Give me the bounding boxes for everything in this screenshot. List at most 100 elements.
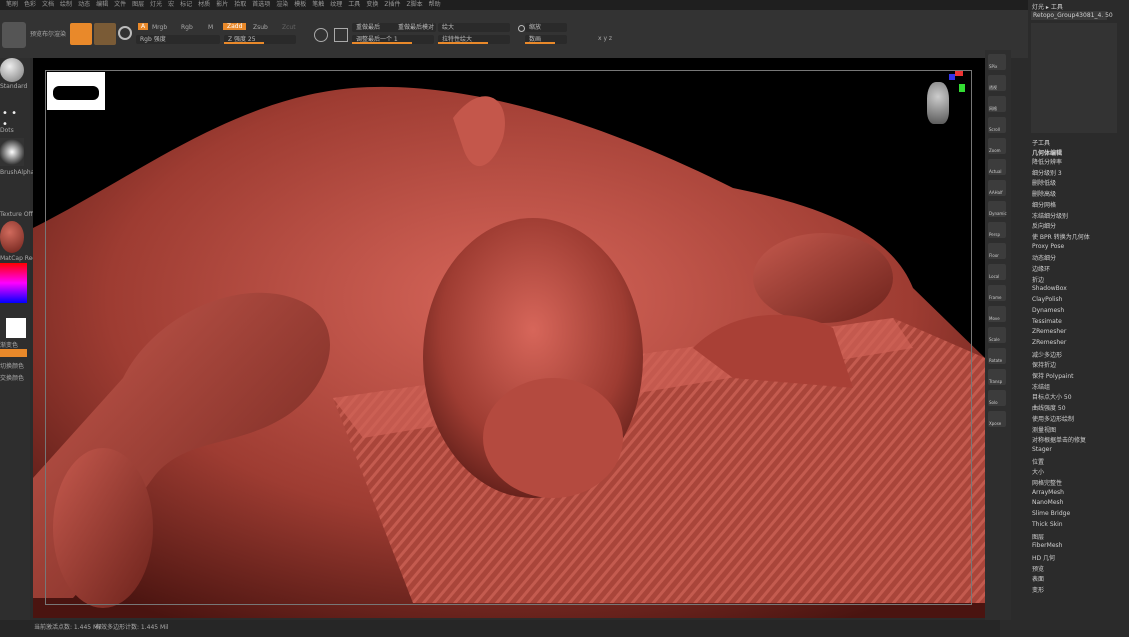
shelf-button-6[interactable]: AAHalf bbox=[988, 180, 1006, 196]
geometry-item[interactable]: ArrayMesh bbox=[1032, 489, 1064, 496]
zcut-button[interactable]: Zcut bbox=[282, 24, 296, 31]
menu-item[interactable]: 工具 bbox=[348, 0, 360, 10]
menu-item[interactable]: 笔刷 bbox=[6, 0, 18, 10]
preview-thumbnail[interactable] bbox=[2, 22, 26, 48]
floor-slider[interactable]: 数画 bbox=[525, 35, 567, 44]
geometry-item[interactable]: 预览 bbox=[1032, 564, 1044, 573]
geometry-item[interactable]: 表面 bbox=[1032, 574, 1044, 583]
geometry-item[interactable]: HD 几何 bbox=[1032, 553, 1055, 562]
geometry-item[interactable]: ClayPolish bbox=[1032, 296, 1062, 303]
brush-icon[interactable] bbox=[0, 58, 24, 82]
geometry-item[interactable]: Proxy Pose bbox=[1032, 243, 1064, 250]
focal-icon[interactable] bbox=[314, 28, 328, 42]
menu-item[interactable]: 变换 bbox=[366, 0, 378, 10]
texture-label[interactable]: Texture Off bbox=[0, 211, 33, 218]
menu-item[interactable]: 影片 bbox=[216, 0, 228, 10]
menu-item[interactable]: 模板 bbox=[294, 0, 306, 10]
panel-header[interactable]: 灯光 ▸ 工具 bbox=[1032, 2, 1063, 11]
shelf-button-13[interactable]: Scale bbox=[988, 327, 1006, 343]
geometry-item[interactable]: 保持 Polypaint bbox=[1032, 371, 1074, 380]
menu-item[interactable]: 帮助 bbox=[429, 0, 441, 10]
dynamic-slider[interactable]: 拉特性绘大 bbox=[438, 35, 510, 44]
geometry-item[interactable]: 冻结组 bbox=[1032, 382, 1050, 391]
shelf-button-10[interactable]: Local bbox=[988, 264, 1006, 280]
menu-item[interactable]: Z脚本 bbox=[406, 0, 422, 10]
m-button[interactable]: M bbox=[208, 24, 213, 31]
mrgb-button[interactable]: Mrgb bbox=[152, 24, 167, 31]
menu-item[interactable]: 动态 bbox=[78, 0, 90, 10]
geometry-item[interactable]: 测量视图 bbox=[1032, 425, 1056, 434]
gradient-label[interactable]: 渐变色 bbox=[0, 340, 18, 349]
a-button[interactable]: A bbox=[138, 23, 149, 30]
geometry-item[interactable]: NanoMesh bbox=[1032, 499, 1063, 506]
shelf-button-17[interactable]: Xpose bbox=[988, 411, 1006, 427]
shelf-button-1[interactable]: 透视 bbox=[988, 75, 1006, 91]
menu-item[interactable]: 纹理 bbox=[330, 0, 342, 10]
menu-item[interactable]: 渲染 bbox=[276, 0, 288, 10]
alternate-label[interactable]: 切换颜色 bbox=[0, 361, 24, 370]
color-picker[interactable] bbox=[0, 263, 27, 303]
shelf-button-5[interactable]: Actual bbox=[988, 159, 1006, 175]
zadd-button[interactable]: Zadd bbox=[223, 23, 247, 30]
alpha-icon[interactable] bbox=[0, 138, 24, 166]
geometry-item[interactable]: 冻结细分级别 bbox=[1032, 211, 1068, 220]
menu-item[interactable]: 拾取 bbox=[234, 0, 246, 10]
geometry-item[interactable]: 对称根据单击的修复 bbox=[1032, 435, 1086, 444]
geometry-item[interactable]: Tessimate bbox=[1032, 318, 1062, 325]
shelf-button-11[interactable]: Frame bbox=[988, 285, 1006, 301]
subtool-section[interactable]: 子工具 bbox=[1032, 138, 1050, 147]
geometry-section[interactable]: 几何体编辑 bbox=[1032, 148, 1062, 157]
menu-item[interactable]: 图层 bbox=[132, 0, 144, 10]
geometry-item[interactable]: FiberMesh bbox=[1032, 542, 1062, 549]
geometry-item[interactable]: 细分网格 bbox=[1032, 200, 1056, 209]
swap-label[interactable]: 交换颜色 bbox=[0, 373, 24, 382]
geometry-item[interactable]: Slime Bridge bbox=[1032, 510, 1070, 517]
shelf-button-15[interactable]: Transp bbox=[988, 369, 1006, 385]
geometry-item[interactable]: 降低分辨率 bbox=[1032, 157, 1062, 166]
geometry-item[interactable]: 目标点大小 50 bbox=[1032, 392, 1072, 401]
geometry-item[interactable]: ZRemesher bbox=[1032, 339, 1066, 346]
menu-item[interactable]: 色彩 bbox=[24, 0, 36, 10]
draw-size-slider[interactable]: 调整最后一个 1 bbox=[352, 35, 434, 44]
geometry-item[interactable]: 细分级别 3 bbox=[1032, 168, 1062, 177]
geometry-item[interactable]: Thick Skin bbox=[1032, 521, 1063, 528]
geometry-item[interactable]: 折边 bbox=[1032, 275, 1044, 284]
shelf-button-8[interactable]: Persp bbox=[988, 222, 1006, 238]
menu-item[interactable]: 首选项 bbox=[252, 0, 270, 10]
geometry-item[interactable]: 使用多边形绘制 bbox=[1032, 414, 1074, 423]
geometry-item[interactable]: 网格完整性 bbox=[1032, 478, 1062, 487]
menu-item[interactable]: 材质 bbox=[198, 0, 210, 10]
geometry-item[interactable]: 位置 bbox=[1032, 457, 1044, 466]
size-slider[interactable]: 绘大 bbox=[438, 23, 510, 32]
shelf-button-2[interactable]: 网格 bbox=[988, 96, 1006, 112]
menu-item[interactable]: 灯光 bbox=[150, 0, 162, 10]
geometry-item[interactable]: 使 BPR 转换为几何体 bbox=[1032, 232, 1090, 241]
geometry-item[interactable]: 大小 bbox=[1032, 467, 1044, 476]
geometry-item[interactable]: 动态细分 bbox=[1032, 253, 1056, 262]
radio-icon[interactable] bbox=[518, 25, 525, 32]
z-intensity-slider[interactable]: Z 强度 25 bbox=[224, 35, 296, 44]
menu-item[interactable]: 笔触 bbox=[312, 0, 324, 10]
switch-color-button[interactable] bbox=[0, 349, 27, 357]
rgb-intensity-slider[interactable]: Rgb 强度 bbox=[136, 35, 220, 44]
shelf-button-3[interactable]: Scroll bbox=[988, 117, 1006, 133]
geometry-item[interactable]: 保持折边 bbox=[1032, 360, 1056, 369]
geometry-item[interactable]: 变形 bbox=[1032, 585, 1044, 594]
edit-button[interactable] bbox=[70, 23, 92, 45]
geometry-item[interactable]: 减少多边形 bbox=[1032, 350, 1062, 359]
zsub-button[interactable]: Zsub bbox=[253, 24, 268, 31]
geometry-item[interactable]: 反向细分 bbox=[1032, 221, 1056, 230]
preview-boolean-label[interactable]: 预览布尔渲染 bbox=[30, 29, 66, 38]
shelf-button-14[interactable]: Rotate bbox=[988, 348, 1006, 364]
symmetry-icon[interactable] bbox=[118, 26, 132, 40]
draw-button[interactable] bbox=[94, 23, 116, 45]
curve-icon[interactable] bbox=[334, 28, 348, 42]
shelf-button-4[interactable]: Zoom bbox=[988, 138, 1006, 154]
geometry-item[interactable]: ZRemesher bbox=[1032, 328, 1066, 335]
geometry-item[interactable]: Stager bbox=[1032, 446, 1052, 453]
geometry-item[interactable]: 曲线强度 50 bbox=[1032, 403, 1066, 412]
geometry-item[interactable]: 删除高级 bbox=[1032, 189, 1056, 198]
menu-item[interactable]: Z插件 bbox=[384, 0, 400, 10]
menu-item[interactable]: 标记 bbox=[180, 0, 192, 10]
scale-slider[interactable]: 缩放 bbox=[525, 23, 567, 32]
